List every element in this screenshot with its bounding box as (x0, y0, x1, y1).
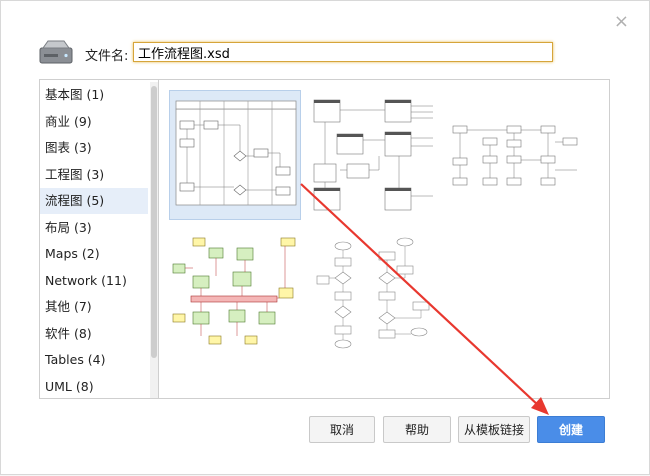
category-item[interactable]: Network (11) (40, 268, 148, 294)
scrollbar-thumb[interactable] (151, 86, 157, 358)
cancel-button[interactable]: 取消 (309, 416, 375, 443)
swimlane-flowchart-thumbnail (175, 100, 297, 206)
template-gallery (158, 79, 610, 399)
file-name-label: 文件名: (85, 49, 129, 64)
database-diagram-thumbnail (313, 99, 433, 211)
decision-flow-thumbnail (316, 237, 430, 349)
colored-process-thumbnail (172, 237, 296, 345)
new-diagram-dialog: × 文件名: 基本图 (1)商业 (9)图表 (3)工程图 (3)流程图 (5)… (0, 0, 650, 475)
template-decision-flow[interactable] (309, 232, 441, 362)
category-item[interactable]: UML (8) (40, 374, 148, 399)
red-arrow-head (531, 397, 549, 415)
category-item[interactable]: 布局 (3) (40, 215, 148, 241)
template-org-flow[interactable] (449, 90, 581, 220)
template-database-diagram[interactable] (309, 90, 441, 220)
create-button[interactable]: 创建 (537, 416, 605, 443)
category-item[interactable]: 商业 (9) (40, 109, 148, 135)
category-item[interactable]: 软件 (8) (40, 321, 148, 347)
category-item[interactable]: 工程图 (3) (40, 162, 148, 188)
category-item[interactable]: Tables (4) (40, 347, 148, 373)
category-item[interactable]: 流程图 (5) (40, 188, 148, 214)
category-item[interactable]: 基本图 (1) (40, 82, 148, 108)
category-list: 基本图 (1) 商业 (9) 图表 (3) 工程图 (3) 流程图 (5) 布局 (3) M… (39, 79, 159, 399)
template-colored-process[interactable] (169, 232, 301, 362)
hard-drive-icon (39, 40, 73, 64)
file-name-input[interactable] (133, 42, 553, 62)
template-swimlane-flowchart[interactable] (169, 90, 301, 220)
close-icon[interactable]: × (614, 13, 629, 31)
category-scrollbar[interactable] (150, 82, 158, 398)
category-item[interactable]: 其他 (7) (40, 294, 148, 320)
category-item[interactable]: Maps (2) (40, 241, 148, 267)
category-item[interactable]: 图表 (3) (40, 135, 148, 161)
from-template-link-button[interactable]: 从模板链接 (458, 416, 530, 443)
org-flow-thumbnail (452, 125, 578, 186)
help-button[interactable]: 帮助 (383, 416, 451, 443)
